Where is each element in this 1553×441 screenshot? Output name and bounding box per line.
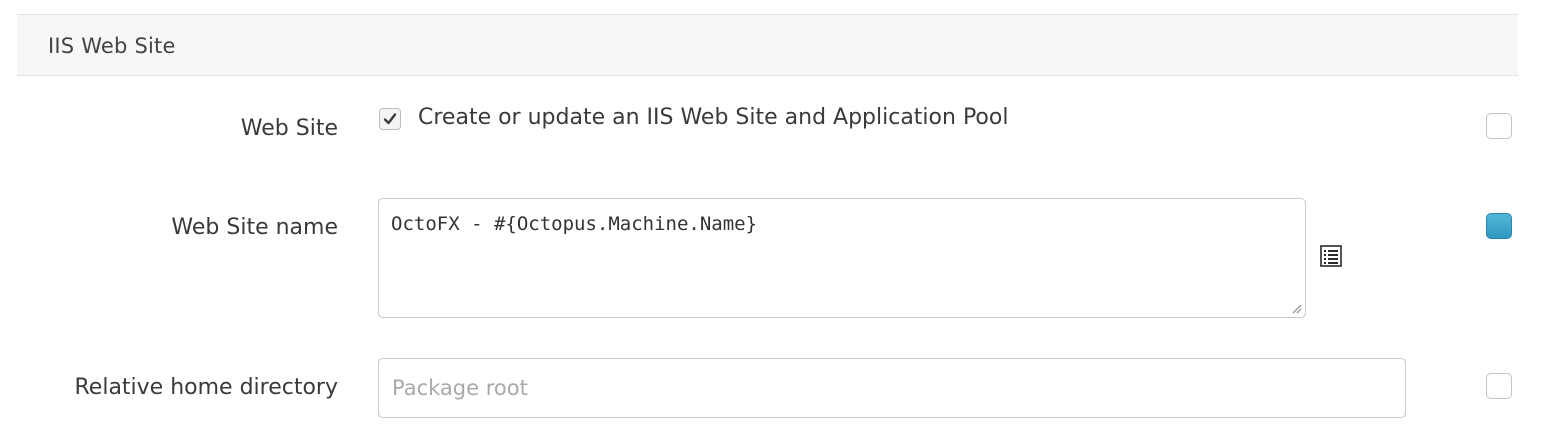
home-directory-label: Relative home directory xyxy=(74,375,339,400)
checkmark-icon xyxy=(383,113,397,125)
step-settings-page: IIS Web Site Web Site Create or update a… xyxy=(0,0,1553,441)
resize-grip-icon[interactable] xyxy=(1290,302,1302,314)
website-bind-toggle[interactable] xyxy=(1486,113,1512,139)
section-title: IIS Web Site xyxy=(48,34,176,58)
website-label: Web Site xyxy=(240,116,338,141)
website-name-label: Web Site name xyxy=(171,215,338,240)
home-directory-bind-toggle[interactable] xyxy=(1486,373,1512,399)
variable-list-icon[interactable] xyxy=(1320,245,1342,267)
section-header: IIS Web Site xyxy=(17,14,1518,76)
website-name-bind-toggle[interactable] xyxy=(1486,213,1512,239)
website-checkbox[interactable] xyxy=(379,108,401,130)
website-checkbox-label[interactable]: Create or update an IIS Web Site and App… xyxy=(418,105,1008,130)
website-name-value: OctoFX - #{Octopus.Machine.Name} xyxy=(391,213,758,235)
home-directory-input[interactable] xyxy=(378,358,1406,418)
website-name-textarea[interactable]: OctoFX - #{Octopus.Machine.Name} xyxy=(378,198,1306,318)
